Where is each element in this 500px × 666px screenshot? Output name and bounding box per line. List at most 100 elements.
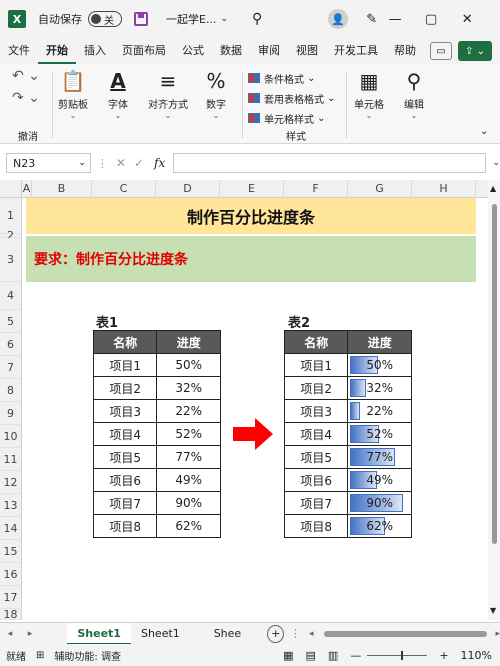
item-name[interactable]: 项目7 <box>92 491 158 515</box>
column-header[interactable]: A <box>22 180 32 198</box>
scroll-thumb[interactable] <box>492 204 497 544</box>
tab-review[interactable]: 审阅 <box>250 38 288 64</box>
item-name[interactable]: 项目5 <box>92 445 158 469</box>
sheet-nav-right-icon[interactable]: ▸ <box>20 629 40 639</box>
insert-function-button[interactable]: fx <box>154 156 165 170</box>
add-sheet-button[interactable]: + <box>267 624 285 643</box>
item-name[interactable]: 项目4 <box>283 422 349 446</box>
tab-file[interactable]: 文件 <box>0 38 38 64</box>
page-break-view-icon[interactable]: ▥ <box>328 649 338 662</box>
tab-page-layout[interactable]: 页面布局 <box>114 38 174 64</box>
item-name[interactable]: 项目6 <box>92 468 158 492</box>
table-row[interactable]: 项目3 22% <box>283 399 412 423</box>
vertical-scrollbar[interactable]: ▲ ▼ <box>488 180 500 620</box>
table-row[interactable]: 项目2 32% <box>283 376 412 400</box>
table-header[interactable]: 进度 <box>347 330 412 354</box>
save-icon[interactable] <box>134 12 148 26</box>
column-header[interactable]: H <box>412 180 476 198</box>
column-header[interactable]: G <box>348 180 412 198</box>
scroll-right-icon[interactable]: ▸ <box>495 629 500 639</box>
item-progress[interactable]: 49% <box>156 468 221 492</box>
scroll-up-icon[interactable]: ▲ <box>490 184 496 193</box>
zoom-in-icon[interactable]: + <box>439 649 448 662</box>
table-row[interactable]: 项目4 52% <box>92 422 221 446</box>
conditional-format-button[interactable]: 条件格式 ⌄ <box>248 68 336 88</box>
table-row[interactable]: 项目6 49% <box>283 468 412 492</box>
edit-button[interactable]: ⚲ 编辑 ⌄ <box>404 68 424 120</box>
tab-view[interactable]: 视图 <box>288 38 326 64</box>
expand-formula-icon[interactable]: ⌄ <box>492 158 500 168</box>
item-name[interactable]: 项目2 <box>283 376 349 400</box>
tab-insert[interactable]: 插入 <box>76 38 114 64</box>
avatar[interactable]: 👤 <box>328 9 349 29</box>
sheet-tab[interactable]: Sheet1 <box>67 622 131 645</box>
table1[interactable]: 名称 进度 项目1 50% 项目2 32% 项目3 22% 项目4 52% 项目5 77% 项目6 4… <box>92 330 221 538</box>
item-name[interactable]: 项目3 <box>92 399 158 423</box>
progress-bar-cell[interactable]: 50% <box>347 353 412 377</box>
progress-bar-cell[interactable]: 32% <box>347 376 412 400</box>
row-header[interactable]: 6 <box>0 333 22 356</box>
number-button[interactable]: % 数字 ⌄ <box>206 68 226 120</box>
row-header[interactable]: 5 <box>0 310 22 333</box>
maximize-button[interactable]: ▢ <box>413 12 449 27</box>
align-button[interactable]: ≡ 对齐方式 ⌄ <box>148 68 188 120</box>
tab-help[interactable]: 帮助 <box>386 38 424 64</box>
table-row[interactable]: 项目8 62% <box>92 514 221 538</box>
row-header[interactable]: 7 <box>0 356 22 379</box>
search-icon[interactable]: ⚲ <box>252 11 262 27</box>
item-name[interactable]: 项目5 <box>283 445 349 469</box>
sheet-tab[interactable]: Sheet1 (2) <box>131 623 204 662</box>
horizontal-scrollbar[interactable] <box>323 630 488 637</box>
item-progress[interactable]: 62% <box>156 514 221 538</box>
tab-data[interactable]: 数据 <box>212 38 250 64</box>
table-row[interactable]: 项目5 77% <box>92 445 221 469</box>
scroll-left-icon[interactable]: ◂ <box>309 629 314 639</box>
formula-input[interactable] <box>173 153 487 173</box>
pen-icon[interactable]: ✎ <box>366 12 377 27</box>
row-header[interactable]: 16 <box>0 563 22 586</box>
row-header[interactable]: 9 <box>0 402 22 425</box>
collapse-ribbon-icon[interactable]: ⌄ <box>480 126 488 137</box>
undo-icon[interactable]: ↶ ⌄ <box>12 68 48 90</box>
item-progress[interactable]: 77% <box>156 445 221 469</box>
document-title[interactable]: 一起学E... <box>166 11 216 27</box>
item-name[interactable]: 项目8 <box>92 514 158 538</box>
row-header[interactable]: 17 <box>0 586 22 609</box>
table-row[interactable]: 项目8 62% <box>283 514 412 538</box>
minimize-button[interactable]: — <box>377 12 413 27</box>
clipboard-button[interactable]: 📋 剪贴板 ⌄ <box>58 68 88 120</box>
confirm-icon[interactable]: ✓ <box>134 156 144 170</box>
item-progress[interactable]: 52% <box>156 422 221 446</box>
table-header[interactable]: 名称 <box>283 330 349 354</box>
accessibility-status[interactable]: 辅助功能: 调查 <box>54 648 121 663</box>
row-header[interactable]: 13 <box>0 494 22 517</box>
chevron-down-icon[interactable]: ⌄ <box>220 14 228 24</box>
item-progress[interactable]: 22% <box>156 399 221 423</box>
table-row[interactable]: 项目3 22% <box>92 399 221 423</box>
close-button[interactable]: ✕ <box>449 12 485 27</box>
tab-home[interactable]: 开始 <box>38 38 76 64</box>
worksheet-grid[interactable]: A B C D E F G H 1 2 3 4 5 6 7 8 9 10 11 … <box>0 180 500 620</box>
progress-bar-cell[interactable]: 49% <box>347 468 412 492</box>
item-name[interactable]: 项目1 <box>92 353 158 377</box>
sheet-nav-left-icon[interactable]: ◂ <box>0 629 20 639</box>
zoom-level[interactable]: 110% <box>461 649 492 662</box>
cells-button[interactable]: ▦ 单元格 ⌄ <box>354 68 384 120</box>
table-row[interactable]: 项目6 49% <box>92 468 221 492</box>
table-row[interactable]: 项目4 52% <box>283 422 412 446</box>
row-header[interactable]: 12 <box>0 471 22 494</box>
progress-bar-cell[interactable]: 52% <box>347 422 412 446</box>
row-header[interactable]: 8 <box>0 379 22 402</box>
item-name[interactable]: 项目2 <box>92 376 158 400</box>
item-name[interactable]: 项目6 <box>283 468 349 492</box>
scroll-down-icon[interactable]: ▼ <box>490 606 496 615</box>
table-row[interactable]: 项目2 32% <box>92 376 221 400</box>
item-progress[interactable]: 32% <box>156 376 221 400</box>
macro-record-icon[interactable]: ⊞ <box>36 650 44 661</box>
redo-icon[interactable]: ↷ ⌄ <box>12 90 48 112</box>
tab-formulas[interactable]: 公式 <box>174 38 212 64</box>
column-header[interactable]: B <box>32 180 92 198</box>
item-progress[interactable]: 90% <box>156 491 221 515</box>
row-header[interactable]: 10 <box>0 425 22 448</box>
cell-styles-button[interactable]: 单元格样式 ⌄ <box>248 108 336 128</box>
